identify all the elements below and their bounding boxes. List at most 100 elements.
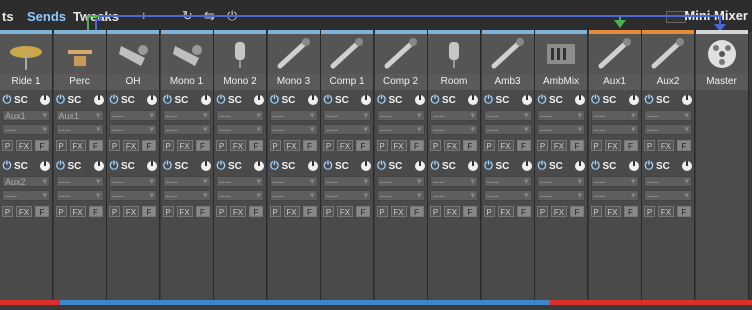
instrument-thumbnail[interactable] <box>53 34 106 74</box>
send-level-knob[interactable] <box>521 161 532 171</box>
pre-fader-button[interactable]: P <box>590 140 602 151</box>
power-icon[interactable]: ⏻ <box>484 94 494 106</box>
send-level-knob[interactable] <box>254 161 264 171</box>
power-icon[interactable]: ⏻ <box>109 94 119 106</box>
send-destination-select[interactable]: ---- <box>55 176 104 187</box>
send-destination-select[interactable]: ---- <box>430 110 478 121</box>
send-destination-select[interactable]: ---- <box>55 124 104 135</box>
pre-fader-button[interactable]: P <box>2 140 13 151</box>
post-fader-button[interactable]: F <box>142 206 156 217</box>
pre-fader-button[interactable]: P <box>2 206 13 217</box>
post-fader-button[interactable]: F <box>677 140 691 151</box>
send-destination-select[interactable]: ---- <box>537 124 585 135</box>
send-destination-select[interactable]: ---- <box>483 176 532 187</box>
sidechain-toggle[interactable]: SC <box>389 95 403 106</box>
pre-fader-button[interactable]: P <box>430 206 441 217</box>
sidechain-toggle[interactable]: SC <box>442 95 456 106</box>
fx-button[interactable]: FX <box>444 140 460 151</box>
sidechain-toggle[interactable]: SC <box>68 161 82 172</box>
fx-button[interactable]: FX <box>604 140 621 151</box>
sidechain-toggle[interactable]: SC <box>389 161 403 172</box>
sidechain-toggle[interactable]: SC <box>228 95 242 106</box>
power-icon[interactable]: ⏻ <box>377 160 387 172</box>
send-destination-select[interactable]: ---- <box>2 190 50 201</box>
fx-button[interactable]: FX <box>337 140 353 151</box>
send-destination-select[interactable]: ---- <box>216 176 264 187</box>
instrument-thumbnail[interactable] <box>107 34 159 74</box>
pre-fader-button[interactable]: P <box>376 140 388 151</box>
instrument-thumbnail[interactable] <box>481 34 534 74</box>
fx-button[interactable]: FX <box>604 206 621 217</box>
send-level-knob[interactable] <box>254 95 264 105</box>
sidechain-toggle[interactable]: SC <box>68 95 82 106</box>
channel-name[interactable]: Aux2 <box>642 74 694 90</box>
sidechain-toggle[interactable]: SC <box>14 95 28 106</box>
pre-fader-button[interactable]: P <box>376 206 388 217</box>
sidechain-toggle[interactable]: SC <box>603 161 617 172</box>
power-icon[interactable]: ⏻ <box>56 94 66 106</box>
send-level-knob[interactable] <box>361 95 371 105</box>
fx-button[interactable]: FX <box>444 206 460 217</box>
send-destination-select[interactable]: ---- <box>376 176 425 187</box>
send-level-knob[interactable] <box>468 95 478 105</box>
channel-name[interactable]: Master <box>695 74 748 90</box>
fx-button[interactable]: FX <box>16 206 32 217</box>
post-fader-button[interactable]: F <box>35 206 49 217</box>
send-destination-select[interactable]: ---- <box>216 124 264 135</box>
send-destination-select[interactable]: ---- <box>590 176 639 187</box>
send-destination-select[interactable]: ---- <box>376 190 425 201</box>
power-icon[interactable]: ⏻ <box>537 94 547 106</box>
pre-fader-button[interactable]: P <box>537 206 548 217</box>
fx-button[interactable]: FX <box>551 206 567 217</box>
sidechain-toggle[interactable]: SC <box>175 161 189 172</box>
send-level-knob[interactable] <box>147 161 157 171</box>
fx-button[interactable]: FX <box>283 140 300 151</box>
send-destination-select[interactable]: ---- <box>323 190 371 201</box>
post-fader-button[interactable]: F <box>302 206 317 217</box>
send-destination-select[interactable]: Aux2 <box>2 176 50 187</box>
post-fader-button[interactable]: F <box>409 140 424 151</box>
power-icon[interactable]: ⏻ <box>537 160 547 172</box>
send-destination-select[interactable]: ---- <box>644 110 692 121</box>
channel-name[interactable]: Mono 2 <box>214 74 266 90</box>
fx-button[interactable]: FX <box>176 206 193 217</box>
channel-name[interactable]: Aux1 <box>588 74 641 90</box>
power-icon[interactable]: ⏻ <box>377 94 387 106</box>
pre-fader-button[interactable]: P <box>109 206 120 217</box>
instrument-thumbnail[interactable] <box>695 34 748 74</box>
pre-fader-button[interactable]: P <box>55 140 67 151</box>
fx-button[interactable]: FX <box>123 140 139 151</box>
send-level-knob[interactable] <box>40 161 50 171</box>
fx-button[interactable]: FX <box>69 140 86 151</box>
send-destination-select[interactable]: ---- <box>216 190 264 201</box>
send-destination-select[interactable]: ---- <box>55 190 104 201</box>
power-icon[interactable]: ⏻ <box>323 160 333 172</box>
pre-fader-button[interactable]: P <box>269 206 281 217</box>
instrument-thumbnail[interactable] <box>535 34 587 74</box>
send-level-knob[interactable] <box>200 95 211 105</box>
send-level-knob[interactable] <box>575 95 585 105</box>
send-destination-select[interactable]: ---- <box>590 110 639 121</box>
pre-fader-button[interactable]: P <box>323 140 334 151</box>
power-icon[interactable]: ⏻ <box>591 160 601 172</box>
post-fader-button[interactable]: F <box>570 140 584 151</box>
send-destination-select[interactable]: ---- <box>323 110 371 121</box>
pre-fader-button[interactable]: P <box>644 140 655 151</box>
pre-fader-button[interactable]: P <box>590 206 602 217</box>
instrument-thumbnail[interactable] <box>428 34 480 74</box>
send-destination-select[interactable]: ---- <box>162 110 211 121</box>
send-destination-select[interactable]: ---- <box>483 110 532 121</box>
send-destination-select[interactable]: ---- <box>430 190 478 201</box>
send-level-knob[interactable] <box>93 95 104 105</box>
pre-fader-button[interactable]: P <box>216 140 227 151</box>
send-destination-select[interactable]: ---- <box>269 110 318 121</box>
power-icon[interactable]: ⏻ <box>163 160 173 172</box>
post-fader-button[interactable]: F <box>570 206 584 217</box>
send-destination-select[interactable]: ---- <box>109 190 157 201</box>
send-level-knob[interactable] <box>628 95 639 105</box>
send-destination-select[interactable]: ---- <box>483 190 532 201</box>
send-level-knob[interactable] <box>361 161 371 171</box>
send-destination-select[interactable]: ---- <box>162 124 211 135</box>
instrument-thumbnail[interactable] <box>267 34 320 74</box>
post-fader-button[interactable]: F <box>463 140 477 151</box>
